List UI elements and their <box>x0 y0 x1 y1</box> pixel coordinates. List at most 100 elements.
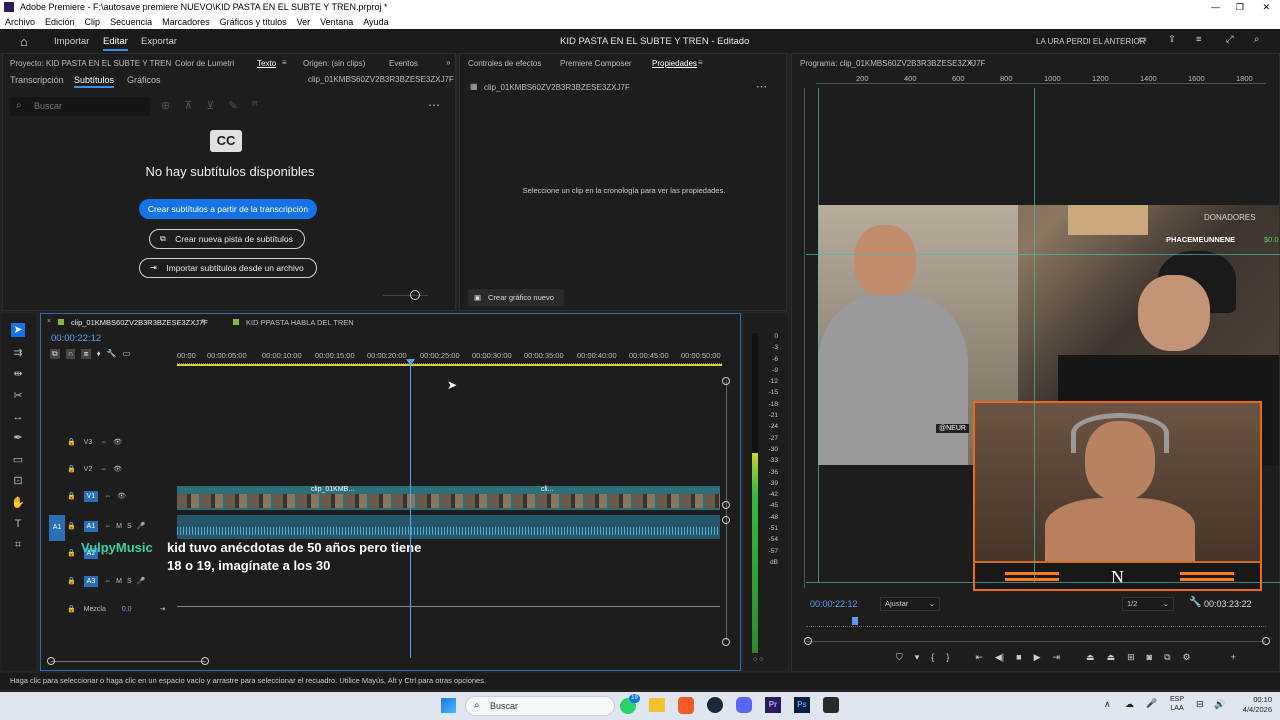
mic-icon[interactable]: 🎤 <box>137 523 146 530</box>
track-v1-label[interactable]: V1 <box>83 491 99 502</box>
nest-icon[interactable]: ⧉ <box>50 349 60 359</box>
program-menu-icon[interactable]: ≡ <box>968 58 973 67</box>
out-point-icon[interactable]: } <box>946 652 949 663</box>
ripple-edit-tool-icon[interactable]: ⇹ <box>11 367 25 381</box>
marker-icon[interactable]: ▾ <box>915 652 920 663</box>
add-button-icon[interactable]: + <box>1231 652 1236 663</box>
lift-icon[interactable]: ⏏ <box>1086 652 1095 663</box>
caption-tool-icon[interactable]: ⌗ <box>11 538 25 552</box>
settings-wrench-icon[interactable]: 🔧 <box>107 349 117 359</box>
webcam-overlay[interactable]: N <box>973 401 1262 591</box>
mute-button[interactable]: M <box>116 578 122 585</box>
marker-add-icon[interactable]: ♦ <box>97 349 101 359</box>
menu-marcadores[interactable]: Marcadores <box>162 15 210 29</box>
program-scrub-ruler[interactable] <box>806 619 1266 627</box>
import-subtitles-button[interactable]: ⇥ Importar subtítulos desde un archivo <box>139 258 317 278</box>
minimize-icon[interactable]: — <box>1211 0 1220 15</box>
fullscreen-icon[interactable]: ⤢ <box>1226 34 1234 45</box>
linked-icon[interactable]: ⧈ <box>81 349 91 359</box>
home-icon[interactable]: ⌂ <box>20 34 28 49</box>
extract-icon[interactable]: ⏏ <box>1107 652 1116 663</box>
wrench-icon[interactable]: 🔧 <box>1189 597 1201 608</box>
sync-icon[interactable]: ⇔ <box>104 493 111 500</box>
discord-icon[interactable] <box>736 697 752 713</box>
snap-icon[interactable]: ∩ <box>65 349 76 359</box>
close-tab-icon[interactable]: × <box>47 318 51 325</box>
tab-lumetri[interactable]: Color de Lumetri <box>175 59 234 68</box>
quality-dropdown[interactable]: 1/2 ⌄ <box>1122 597 1174 611</box>
timeline-tab-active[interactable]: clip_01KMBS60ZV2B3R3BZESE3ZXJ7F <box>71 318 208 327</box>
menu-ayuda[interactable]: Ayuda <box>363 15 388 29</box>
close-icon[interactable]: ✕ <box>1262 0 1270 15</box>
audio-clip-a1[interactable] <box>177 515 720 539</box>
selection-tool-icon[interactable]: ➤ <box>11 323 25 337</box>
timeline-hscroll[interactable] <box>51 661 206 662</box>
stop-icon[interactable]: ■ <box>1016 652 1021 663</box>
brave-icon[interactable] <box>678 697 694 714</box>
timeline-tab-2[interactable]: KID PPASTA HABLA DEL TREN <box>246 318 354 327</box>
go-out-icon[interactable]: ⇥ <box>1053 652 1061 663</box>
lock-icon[interactable]: 🔒 <box>67 493 76 500</box>
fx-tool-icon[interactable]: ⊡ <box>11 474 25 488</box>
sync-icon[interactable]: ⇔ <box>100 466 107 473</box>
zoom-handle-right[interactable] <box>1262 637 1270 645</box>
add-marker-icon[interactable]: ⛉ <box>896 652 903 663</box>
search-input[interactable]: ⌕ Buscar <box>10 97 150 116</box>
list-icon[interactable]: ≡ <box>1196 34 1202 45</box>
work-area-bar[interactable] <box>177 364 722 366</box>
tab-project[interactable]: Proyecto: KID PASTA EN EL SUBTE Y TREN <box>10 59 171 68</box>
properties-menu-icon[interactable]: ≡ <box>698 58 703 67</box>
lock-icon[interactable]: 🔒 <box>67 439 76 446</box>
tray-chevron-icon[interactable]: ∧ <box>1104 699 1111 710</box>
premiere-taskbar-icon[interactable]: Pr <box>765 697 781 713</box>
vscroll-handle-2[interactable] <box>722 516 730 524</box>
track-select-tool-icon[interactable]: ⇉ <box>11 346 25 360</box>
play-icon[interactable]: ▶ <box>1034 652 1041 663</box>
sync-icon[interactable]: ⇔ <box>100 439 107 446</box>
go-in-icon[interactable]: ⇤ <box>975 652 983 663</box>
eye-icon[interactable]: 👁 <box>113 439 122 446</box>
steam-icon[interactable] <box>707 697 723 713</box>
folder-icon[interactable] <box>649 698 665 712</box>
hscroll-handle-left[interactable] <box>47 657 55 665</box>
hand-tool-icon[interactable]: ✋ <box>11 496 25 510</box>
timeline-vscroll[interactable] <box>726 380 727 640</box>
vscroll-handle-top[interactable] <box>722 377 730 385</box>
lock-icon[interactable]: 🔒 <box>67 523 76 530</box>
type-tool-icon[interactable]: T <box>11 517 25 531</box>
timeline-tab-menu-icon[interactable]: ≡ <box>201 317 206 326</box>
timeline-timecode[interactable]: 00:00:22:12 <box>51 333 101 344</box>
menu-ventana[interactable]: Ventana <box>320 15 353 29</box>
fit-dropdown[interactable]: Ajustar ⌄ <box>880 597 940 611</box>
workspace-label[interactable]: LA URA PERDI EL ANTERIOR <box>1036 37 1146 46</box>
solo-button[interactable]: S <box>127 578 132 585</box>
mix-value[interactable]: 0,0 <box>122 606 132 613</box>
timeline-playhead[interactable] <box>410 360 411 658</box>
tab-edit[interactable]: Editar <box>103 36 128 51</box>
tab-text[interactable]: Texto <box>257 59 276 68</box>
insert-icon[interactable]: ⊞ <box>1127 652 1135 663</box>
step-back-icon[interactable]: ◀| <box>995 652 1004 663</box>
create-graphic-button[interactable]: ▣ Crear gráfico nuevo <box>468 289 564 306</box>
menu-edicion[interactable]: Edición <box>45 15 75 29</box>
tab-source[interactable]: Origen: (sin clips) <box>303 59 365 68</box>
expand-icon[interactable]: » <box>446 58 450 67</box>
tab-import[interactable]: Importar <box>54 36 89 47</box>
sync-icon[interactable]: ⇔ <box>104 578 111 585</box>
tray-mic-icon[interactable]: 🎤 <box>1146 698 1157 709</box>
meter-solo-icons[interactable]: ○ ○ <box>753 656 763 663</box>
menu-graficos[interactable]: Gráficos y títulos <box>220 15 287 29</box>
tab-properties[interactable]: Propiedades <box>652 59 697 68</box>
mic-icon[interactable]: 🎤 <box>137 578 146 585</box>
lock-icon[interactable]: 🔒 <box>67 578 76 585</box>
video-clip-v1[interactable]: clip_01KMB... cli... <box>177 486 720 510</box>
pen-tool-icon[interactable]: ✒ <box>11 431 25 445</box>
panel-menu-icon[interactable]: ≡ <box>282 58 287 67</box>
eye-icon[interactable]: 👁 <box>113 466 122 473</box>
in-point-icon[interactable]: { <box>931 652 934 663</box>
app-taskbar-icon[interactable] <box>823 697 839 713</box>
subtab-graphics[interactable]: Gráficos <box>127 75 161 85</box>
program-timecode[interactable]: 00:00:22:12 <box>810 599 858 609</box>
lock-icon[interactable]: 🔒 <box>67 606 76 613</box>
menu-ver[interactable]: Ver <box>297 15 311 29</box>
